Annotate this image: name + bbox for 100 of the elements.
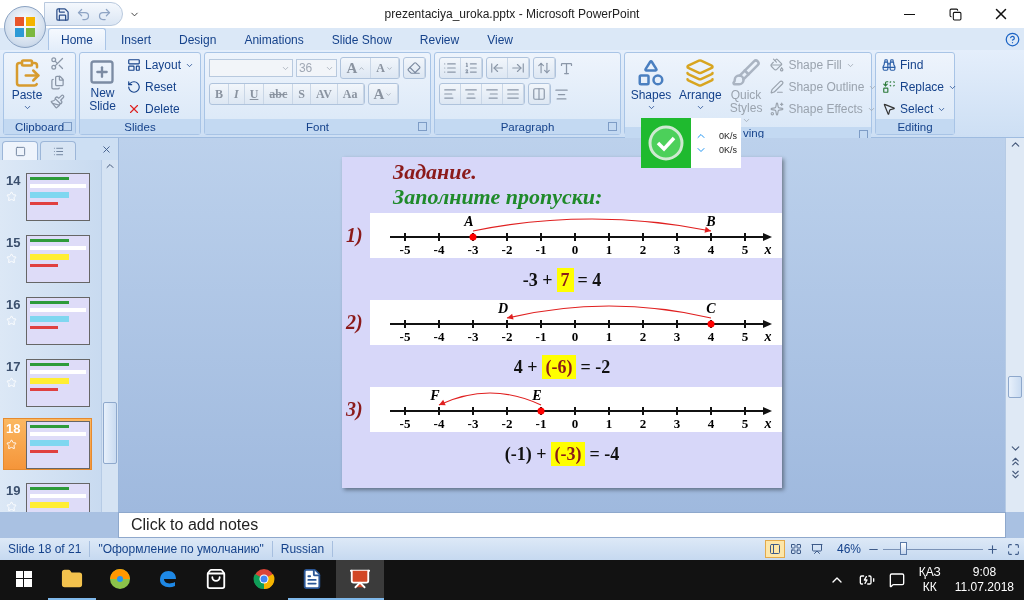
help-icon[interactable] (1005, 31, 1020, 47)
save-icon[interactable] (55, 6, 70, 22)
scrollbar-thumb[interactable] (103, 402, 117, 464)
tick-label: -1 (535, 242, 547, 257)
editing-button[interactable]: Replace (880, 78, 960, 96)
new-slide-button[interactable]: New Slide (84, 56, 121, 115)
tick-label: -2 (501, 416, 513, 431)
pen-icon (770, 80, 785, 94)
editing-button[interactable]: Select (880, 100, 960, 118)
slide-number: 19 (6, 483, 22, 498)
browser-e-icon (157, 568, 179, 590)
ribbon-tab[interactable]: Insert (108, 28, 165, 50)
ribbon-tab[interactable]: View (474, 28, 526, 50)
zoom-in-icon[interactable] (986, 542, 999, 556)
slide-thumbnail (26, 235, 90, 283)
clock-time[interactable]: 9:08 (972, 565, 997, 580)
slide-number: 18 (6, 421, 22, 436)
slide-thumbnail-item[interactable]: 14 (3, 170, 92, 222)
scrollbar-thumb[interactable] (1008, 376, 1022, 398)
point-label: C (706, 301, 716, 316)
clock-date[interactable]: 11.07.2018 (954, 580, 1014, 595)
ribbon-tab[interactable]: Review (406, 28, 473, 50)
copy-icon[interactable] (50, 75, 65, 90)
drawing-button[interactable]: Shapes (629, 56, 673, 114)
reset-arrow-icon (126, 80, 141, 94)
paste-button[interactable]: Paste (8, 56, 46, 114)
launcher-icon[interactable] (63, 122, 72, 131)
input-language[interactable]: ҚАЗ (918, 565, 941, 580)
replace-icon (882, 80, 896, 94)
tick-label: -1 (535, 416, 547, 431)
office-button[interactable] (4, 6, 46, 48)
caret-icon (646, 103, 656, 112)
slides-menu-button[interactable]: Delete (124, 100, 196, 118)
equation-text: 4 + (513, 356, 538, 379)
ribbon-tab[interactable]: Slide Show (318, 28, 405, 50)
folder-icon (61, 568, 83, 590)
caret-icon (386, 64, 393, 72)
binoculars-icon (882, 58, 896, 72)
axis-label: x (764, 242, 772, 257)
group-label: Font (306, 120, 329, 133)
windows-logo-icon[interactable] (16, 571, 32, 587)
redo-icon[interactable] (97, 6, 112, 22)
group-label: Editing (897, 120, 933, 133)
paintbrush-icon[interactable] (50, 94, 65, 109)
ribbon-tab[interactable]: Design (166, 28, 230, 50)
undo-icon[interactable] (76, 6, 91, 22)
tick-label: -5 (399, 329, 411, 344)
document-icon (301, 568, 323, 590)
task-number: 1) (345, 224, 364, 247)
shapes-icon (636, 58, 666, 88)
taskbar-app[interactable] (336, 560, 384, 600)
browser-circle-icon (253, 568, 275, 590)
group-label: Slides (124, 120, 156, 133)
equation-text: = -2 (580, 356, 611, 379)
keyboard-layout[interactable]: КК (922, 580, 937, 595)
tick-label: 4 (707, 416, 715, 431)
slide-subtitle: Заполните пропуски: (392, 184, 604, 209)
restore-icon (948, 7, 962, 21)
tick-label: 3 (673, 242, 681, 257)
slide-thumbnail-item[interactable]: 17 (3, 356, 92, 408)
editing-button[interactable]: Find (880, 56, 960, 74)
notes-field[interactable]: Click to add notes (118, 512, 1006, 538)
tick-label: 3 (673, 329, 681, 344)
ribbon-tab[interactable]: Animations (231, 28, 317, 50)
slide-thumbnail-item[interactable]: 19 (3, 480, 92, 512)
tick-label: -3 (467, 329, 479, 344)
tick-label: 0 (571, 329, 579, 344)
tick-label: -3 (467, 242, 479, 257)
drawing-button[interactable]: Arrange (677, 56, 724, 114)
zoom-slider[interactable] (883, 541, 983, 557)
notification-icon[interactable] (888, 572, 905, 588)
tick-label: 1 (605, 242, 613, 257)
slides-menu-button[interactable]: Reset (124, 78, 196, 96)
cut-icon[interactable] (50, 56, 65, 71)
slide-thumbnail-item[interactable]: 15 (3, 232, 92, 284)
slide-number: 16 (6, 297, 22, 312)
caret-icon (22, 103, 32, 112)
slide-counter: Slide 18 of 21 (0, 541, 91, 557)
view-button[interactable] (764, 540, 785, 558)
slides-tab-icon[interactable] (2, 141, 38, 160)
outline-tab-icon[interactable] (40, 141, 76, 160)
tick-label: 3 (673, 416, 681, 431)
point-label: E (532, 388, 542, 403)
point-label: B (706, 214, 716, 229)
slide-thumbnail-item[interactable]: 16 (3, 294, 92, 346)
tick-label: 4 (707, 329, 715, 344)
slides-menu-button[interactable]: Layout (124, 56, 196, 74)
point-label: A (464, 214, 474, 229)
tick-label: 5 (741, 329, 749, 344)
ribbon-tab[interactable]: Home (48, 28, 106, 50)
equation-text: -3 + (522, 269, 553, 292)
close-icon[interactable] (101, 143, 112, 155)
fit-slide-icon[interactable] (1007, 542, 1020, 556)
axis-label: x (764, 329, 772, 344)
tick-label: 0 (571, 242, 579, 257)
check-circle-icon (648, 125, 684, 161)
group-label: Clipboard (14, 120, 65, 133)
grid-view-icon (789, 543, 802, 555)
layout-icon (126, 58, 141, 72)
battery-icon[interactable] (858, 572, 875, 588)
